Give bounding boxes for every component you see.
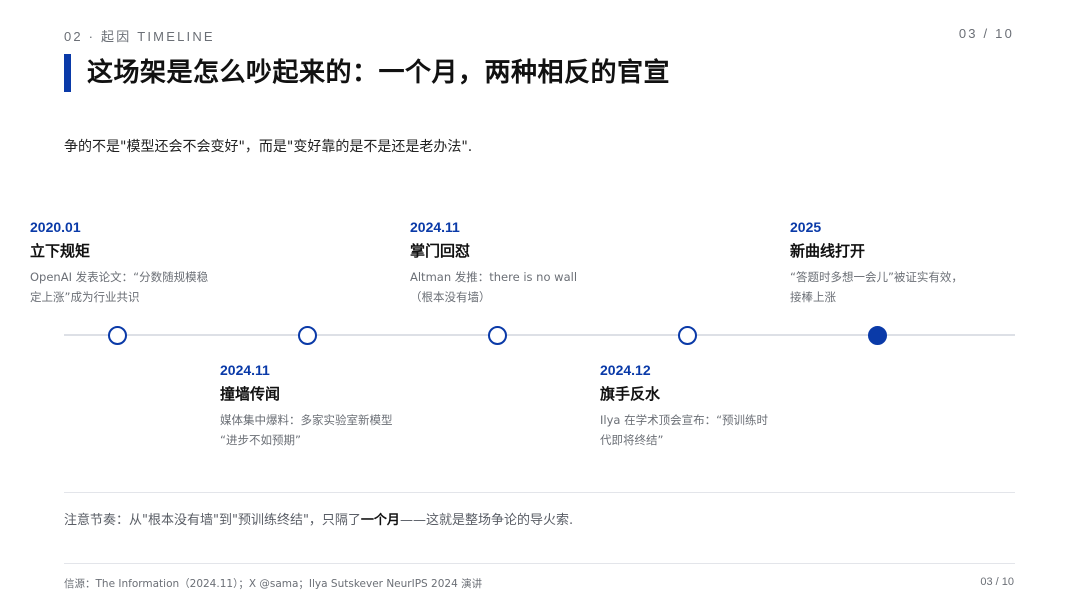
event-description-line: “答题时多想一会儿”被证实有效， xyxy=(790,270,963,284)
event-date: 2024.12 xyxy=(600,362,651,378)
event-description-line: Altman 发推：there is no wall xyxy=(410,270,578,284)
title-accent-bar xyxy=(64,54,71,92)
event-date: 2025 xyxy=(790,219,822,235)
section-label: 02 · 起因 TIMELINE xyxy=(64,29,215,44)
event-name: 旗手反水 xyxy=(600,385,661,403)
event-description: Altman 发推：there is no wall （根本没有墙） xyxy=(410,267,600,307)
event-description-line: 定上涨”成为行业共识 xyxy=(30,290,140,304)
timeline-node xyxy=(488,326,507,345)
event-description-line: 媒体集中爆料：多家实验室新模型 xyxy=(220,413,393,427)
timeline-node xyxy=(108,326,127,345)
event-description-line: Ilya 在学术顶会宣布：“预训练时 xyxy=(600,413,769,427)
timeline-event: 2020.01 立下规矩 OpenAI 发表论文：“分数随规模稳 定上涨”成为行… xyxy=(30,218,220,307)
event-description-line: OpenAI 发表论文：“分数随规模稳 xyxy=(30,270,209,284)
event-description-line: （根本没有墙） xyxy=(410,290,491,304)
event-name: 立下规矩 xyxy=(30,242,91,260)
event-date: 2024.11 xyxy=(410,219,460,235)
event-name: 新曲线打开 xyxy=(790,242,866,260)
event-description-line: 接棒上涨 xyxy=(790,290,836,304)
page-counter: 03 / 10 xyxy=(958,26,1014,41)
event-description: Ilya 在学术顶会宣布：“预训练时 代即将终结” xyxy=(600,410,790,450)
timeline-node xyxy=(298,326,317,345)
timeline-event: 2024.12 旗手反水 Ilya 在学术顶会宣布：“预训练时 代即将终结” xyxy=(600,361,790,450)
divider xyxy=(64,563,1015,564)
note-suffix: ——这就是整场争论的导火索. xyxy=(399,513,574,528)
event-description: OpenAI 发表论文：“分数随规模稳 定上涨”成为行业共识 xyxy=(30,267,220,307)
event-description-line: 代即将终结” xyxy=(600,433,664,447)
rhythm-note: 注意节奏：从"根本没有墙"到"预训练终结"，只隔了一个月——这就是整场争论的导火… xyxy=(64,509,573,528)
timeline-event: 2025 新曲线打开 “答题时多想一会儿”被证实有效， 接棒上涨 xyxy=(790,218,980,307)
timeline-node-current xyxy=(868,326,887,345)
event-date: 2024.11 xyxy=(220,362,270,378)
event-description: 媒体集中爆料：多家实验室新模型 “进步不如预期” xyxy=(220,410,410,450)
timeline-event: 2024.11 掌门回怼 Altman 发推：there is no wall … xyxy=(410,218,600,307)
divider xyxy=(64,492,1015,493)
timeline-node xyxy=(678,326,697,345)
note-emphasis: 一个月 xyxy=(360,513,400,528)
note-prefix: 注意节奏：从"根本没有墙"到"预训练终结"，只隔了 xyxy=(64,513,361,528)
source-citation: 信源：The Information（2024.11）；X @sama；Ilya… xyxy=(64,578,483,590)
subtitle: 争的不是"模型还会不会变好"，而是"变好靠的是不是还是老办法". xyxy=(64,139,473,155)
event-name: 撞墙传闻 xyxy=(220,385,281,403)
event-name: 掌门回怼 xyxy=(410,242,471,260)
event-date: 2020.01 xyxy=(30,219,81,235)
event-description: “答题时多想一会儿”被证实有效， 接棒上涨 xyxy=(790,267,980,307)
page-title: 这场架是怎么吵起来的：一个月，两种相反的官宣 xyxy=(87,58,671,88)
timeline-event: 2024.11 撞墙传闻 媒体集中爆料：多家实验室新模型 “进步不如预期” xyxy=(220,361,410,450)
event-description-line: “进步不如预期” xyxy=(220,433,301,447)
page-number: 03 / 10 xyxy=(980,576,1014,588)
